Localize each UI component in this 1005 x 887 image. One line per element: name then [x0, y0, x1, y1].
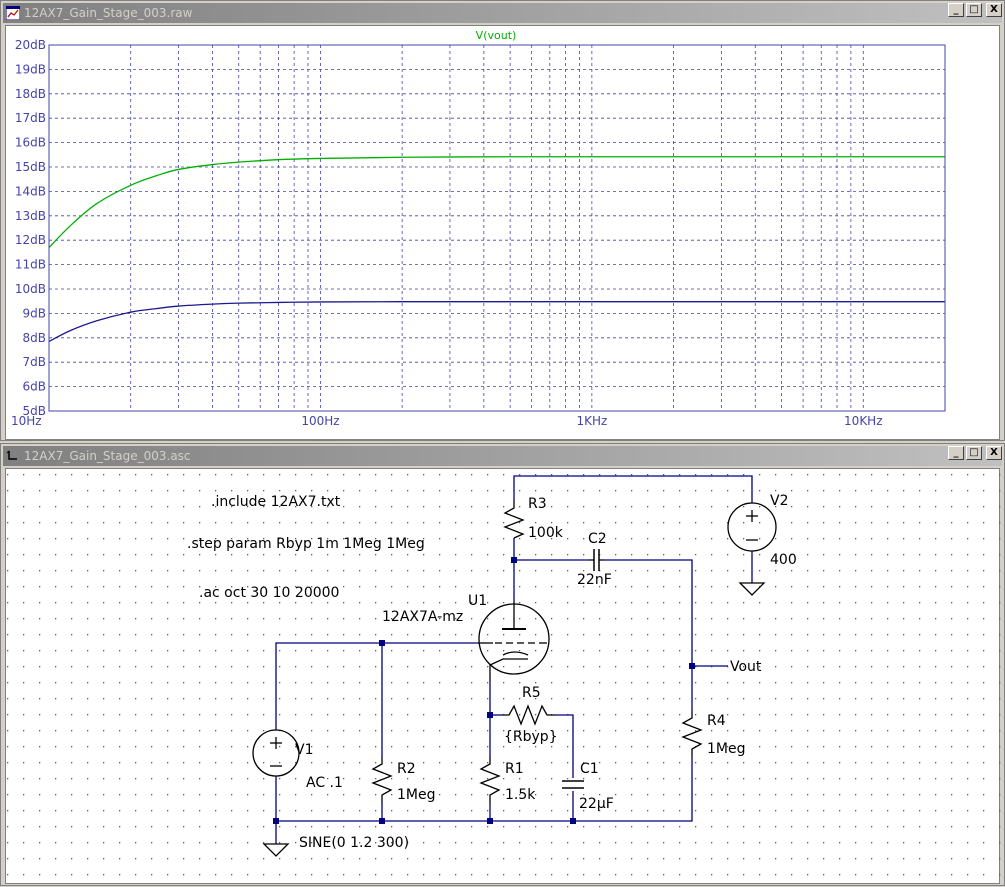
- y-tick-label: 6dB: [23, 380, 46, 394]
- y-tick-label: 16dB: [15, 136, 46, 150]
- y-tick-label: 12dB: [15, 233, 46, 247]
- y-tick-label: 11dB: [15, 258, 46, 272]
- trace-label[interactable]: V(vout): [476, 29, 517, 42]
- waveform-minimize-button[interactable]: _: [948, 3, 964, 17]
- v2-ref: V2: [770, 493, 788, 509]
- y-tick-label: 14dB: [15, 184, 46, 198]
- waveform-close-button[interactable]: X: [986, 3, 1002, 17]
- y-tick-label: 8dB: [23, 331, 46, 345]
- c1-ref: C1: [580, 761, 599, 777]
- r3-value: 100k: [528, 525, 564, 541]
- vout-net-label[interactable]: Vout: [730, 659, 762, 675]
- waveform-maximize-button[interactable]: □: [966, 3, 982, 17]
- schematic-app-icon: [6, 450, 17, 460]
- u1-ref: U1: [468, 593, 487, 609]
- trace-vout-rbyp-1m[interactable]: [48, 156, 945, 248]
- v2-value: 400: [770, 552, 797, 568]
- waveform-plot-area[interactable]: V(vout) 20dB 19dB 18dB 17dB 16dB 15dB 14dB 13dB…: [5, 25, 1000, 440]
- r4-ref: R4: [707, 713, 726, 729]
- c2-ref: C2: [588, 531, 607, 547]
- trace-vout-rbyp-1meg[interactable]: [48, 301, 945, 343]
- u1-value: 12AX7A-mz: [382, 609, 463, 625]
- y-tick-label: 17dB: [15, 111, 46, 125]
- y-tick-label: 7dB: [23, 355, 46, 369]
- schematic-title: 12AX7_Gain_Stage_003.asc: [24, 449, 191, 463]
- waveform-chart: V(vout) 20dB 19dB 18dB 17dB 16dB 15dB 14dB 13dB…: [11, 29, 946, 428]
- x-tick-label: 1KHz: [576, 414, 607, 428]
- directive-include[interactable]: .include 12AX7.txt: [211, 494, 341, 510]
- y-tick-label: 13dB: [15, 209, 46, 223]
- v1-sine-spec: SINE(0 1.2 300): [299, 835, 409, 851]
- x-tick-label: 10KHz: [844, 414, 882, 428]
- schematic-maximize-button[interactable]: □: [966, 446, 982, 460]
- r4-value: 1Meg: [707, 741, 746, 757]
- y-tick-label: 9dB: [23, 306, 46, 320]
- c1-value: 22µF: [579, 796, 614, 812]
- waveform-title: 12AX7_Gain_Stage_003.raw: [24, 6, 193, 20]
- schematic-close-button[interactable]: X: [986, 446, 1002, 460]
- x-tick-label: 10Hz: [11, 414, 42, 428]
- v1-value: AC .1: [306, 775, 343, 791]
- y-tick-label: 15dB: [15, 160, 46, 174]
- waveform-titlebar[interactable]: 12AX7_Gain_Stage_003.raw: [3, 3, 1002, 23]
- directive-step[interactable]: .step param Rbyp 1m 1Meg 1Meg: [187, 536, 425, 552]
- schematic-minimize-button[interactable]: _: [948, 446, 964, 460]
- waveform-app-icon: [6, 6, 20, 20]
- schematic-window: 12AX7_Gain_Stage_003.asc _ □ X .include …: [0, 443, 1005, 886]
- r2-value: 1Meg: [397, 787, 436, 803]
- directive-ac[interactable]: .ac oct 30 10 20000: [199, 585, 339, 601]
- r5-value: {Rbyp}: [504, 729, 558, 745]
- r5-ref: R5: [522, 685, 541, 701]
- r3-ref: R3: [528, 496, 547, 512]
- r1-value: 1.5k: [505, 787, 536, 803]
- c2-value: 22nF: [577, 572, 612, 588]
- x-tick-label: 100Hz: [301, 414, 339, 428]
- y-tick-label: 10dB: [15, 282, 46, 296]
- y-tick-label: 18dB: [15, 87, 46, 101]
- r2-ref: R2: [397, 761, 416, 777]
- v1-ref: V1: [295, 742, 313, 758]
- y-tick-label: 19dB: [15, 62, 46, 76]
- schematic-titlebar[interactable]: 12AX7_Gain_Stage_003.asc: [3, 446, 1002, 466]
- schematic-canvas[interactable]: .include 12AX7.txt .step param Rbyp 1m 1…: [5, 468, 1001, 884]
- plot-frame: [48, 44, 946, 412]
- waveform-window: 12AX7_Gain_Stage_003.raw _ □ X V(vout) 2…: [0, 0, 1005, 441]
- schematic-drawing: .include 12AX7.txt .step param Rbyp 1m 1…: [6, 469, 1001, 883]
- y-tick-label: 20dB: [15, 38, 46, 52]
- r1-ref: R1: [505, 761, 524, 777]
